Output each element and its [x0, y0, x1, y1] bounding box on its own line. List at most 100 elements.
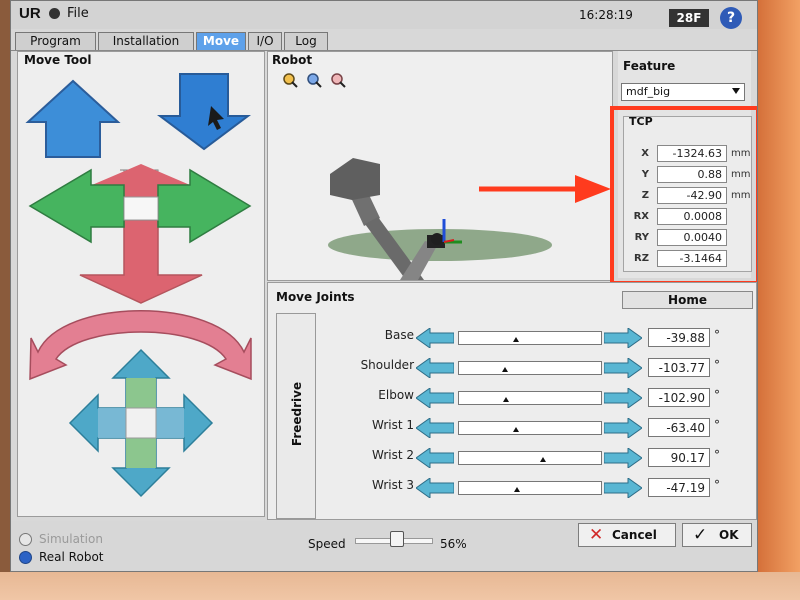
base-slider-marker: [512, 337, 519, 342]
highlight-arrow-icon: [479, 175, 611, 203]
wrist-2-slider[interactable]: [458, 451, 602, 465]
elbow-slider[interactable]: [458, 391, 602, 405]
wrist-2-degree-symbol: °: [714, 448, 720, 462]
file-menu-label[interactable]: File: [67, 6, 89, 21]
joint-row-wrist-3: Wrist 3 -47.19 °: [268, 478, 757, 498]
joint-label-wrist-1: Wrist 1: [372, 418, 414, 432]
joint-label-wrist-2: Wrist 2: [372, 448, 414, 462]
translate-cross-arrows-icon[interactable]: [28, 164, 252, 304]
zoom-in-icon[interactable]: [283, 73, 298, 88]
move-joints-panel: Move Joints Home Freedrive Base -39.88 °…: [267, 282, 757, 520]
universal-robots-logo-icon: UR: [19, 5, 41, 22]
tilt-cross-arrows-icon[interactable]: [68, 348, 214, 498]
wrist-3-value: -47.19: [648, 478, 710, 497]
photo-bottom-edge: [0, 572, 800, 600]
help-icon[interactable]: ?: [720, 7, 742, 29]
base-degree-symbol: °: [714, 328, 720, 342]
zoom-out-icon[interactable]: [331, 73, 346, 88]
wrist-1-slider-marker: [512, 427, 519, 432]
highlight-box: [610, 106, 757, 285]
status-badge: 28F: [669, 9, 709, 27]
joint-row-elbow: Elbow -102.90 °: [268, 388, 757, 408]
wrist-2-slider-marker: [540, 457, 547, 462]
move-up-arrow-icon[interactable]: [25, 79, 121, 158]
cancel-button-label: Cancel: [612, 528, 657, 542]
robot-3d-view[interactable]: [268, 52, 612, 280]
clock: 16:28:19: [579, 8, 633, 22]
wrist-3-slider[interactable]: [458, 481, 602, 495]
move-down-arrow-icon[interactable]: [157, 73, 251, 151]
wrist-3-slider-marker: [514, 487, 521, 492]
tab-move[interactable]: Move: [196, 32, 246, 50]
shoulder-degree-symbol: °: [714, 358, 720, 372]
dropdown-chevron-icon[interactable]: [732, 88, 740, 94]
move-tool-panel: Move Tool: [17, 51, 265, 517]
ok-check-icon: ✓: [693, 525, 708, 545]
elbow-increase-arrow-icon[interactable]: [604, 388, 642, 408]
wrist-2-decrease-arrow-icon[interactable]: [416, 448, 454, 468]
simulation-label: Simulation: [39, 532, 103, 546]
shoulder-value: -103.77: [648, 358, 710, 377]
robot-view-panel: Robot: [267, 51, 613, 281]
feature-select[interactable]: mdf_big: [621, 83, 745, 101]
file-menu-icon[interactable]: [49, 8, 60, 19]
real-robot-radio[interactable]: [19, 551, 32, 564]
photo-left-edge: [0, 0, 10, 600]
zoom-fit-icon[interactable]: [307, 73, 322, 88]
wrist-1-value: -63.40: [648, 418, 710, 437]
wrist-3-decrease-arrow-icon[interactable]: [416, 478, 454, 498]
shoulder-slider[interactable]: [458, 361, 602, 375]
base-slider[interactable]: [458, 331, 602, 345]
joint-label-wrist-3: Wrist 3: [372, 478, 414, 492]
robot-view-title: Robot: [272, 53, 313, 67]
elbow-slider-marker: [503, 397, 510, 402]
joint-label-shoulder: Shoulder: [360, 358, 414, 372]
joint-row-base: Base -39.88 °: [268, 328, 757, 348]
ok-button-label: OK: [719, 528, 739, 542]
tab-installation[interactable]: Installation: [98, 32, 194, 50]
shoulder-slider-marker: [501, 367, 508, 372]
tab-program[interactable]: Program: [15, 32, 96, 50]
shoulder-increase-arrow-icon[interactable]: [604, 358, 642, 378]
simulation-radio[interactable]: [19, 533, 32, 546]
joint-label-elbow: Elbow: [378, 388, 414, 402]
wrist-1-slider[interactable]: [458, 421, 602, 435]
joint-row-wrist-2: Wrist 2 90.17 °: [268, 448, 757, 468]
wrist-1-degree-symbol: °: [714, 418, 720, 432]
wrist-2-value: 90.17: [648, 448, 710, 467]
move-joints-title: Move Joints: [276, 290, 355, 304]
photo-right-edge: [756, 0, 800, 600]
cancel-x-icon: ✕: [589, 525, 604, 545]
elbow-degree-symbol: °: [714, 388, 720, 402]
joint-row-wrist-1: Wrist 1 -63.40 °: [268, 418, 757, 438]
feature-selected-value: mdf_big: [626, 85, 671, 98]
joint-label-base: Base: [384, 328, 414, 342]
real-robot-label: Real Robot: [39, 550, 104, 564]
tab-log[interactable]: Log: [284, 32, 328, 50]
wrist-2-increase-arrow-icon[interactable]: [604, 448, 642, 468]
elbow-decrease-arrow-icon[interactable]: [416, 388, 454, 408]
teach-pendant-screen: UR File 16:28:19 28F ? Program Installat…: [10, 0, 758, 572]
elbow-value: -102.90: [648, 388, 710, 407]
tab-io[interactable]: I/O: [248, 32, 282, 50]
ok-button[interactable]: ✓ OK: [682, 523, 752, 547]
base-value: -39.88: [648, 328, 710, 347]
cancel-button[interactable]: ✕ Cancel: [578, 523, 676, 547]
home-button[interactable]: Home: [622, 291, 753, 309]
base-increase-arrow-icon[interactable]: [604, 328, 642, 348]
top-bar: UR File 16:28:19 28F ?: [11, 1, 757, 29]
base-decrease-arrow-icon[interactable]: [416, 328, 454, 348]
joint-row-shoulder: Shoulder -103.77 °: [268, 358, 757, 378]
wrist-3-increase-arrow-icon[interactable]: [604, 478, 642, 498]
wrist-3-degree-symbol: °: [714, 478, 720, 492]
speed-label: Speed: [308, 537, 346, 551]
speed-value: 56%: [440, 537, 467, 551]
shoulder-decrease-arrow-icon[interactable]: [416, 358, 454, 378]
move-tool-graphics: [25, 73, 252, 498]
speed-slider-thumb[interactable]: [390, 531, 404, 547]
wrist-1-increase-arrow-icon[interactable]: [604, 418, 642, 438]
robot-arm-model: [330, 158, 445, 280]
feature-title: Feature: [623, 59, 676, 73]
wrist-1-decrease-arrow-icon[interactable]: [416, 418, 454, 438]
move-tool-title: Move Tool: [24, 53, 92, 67]
